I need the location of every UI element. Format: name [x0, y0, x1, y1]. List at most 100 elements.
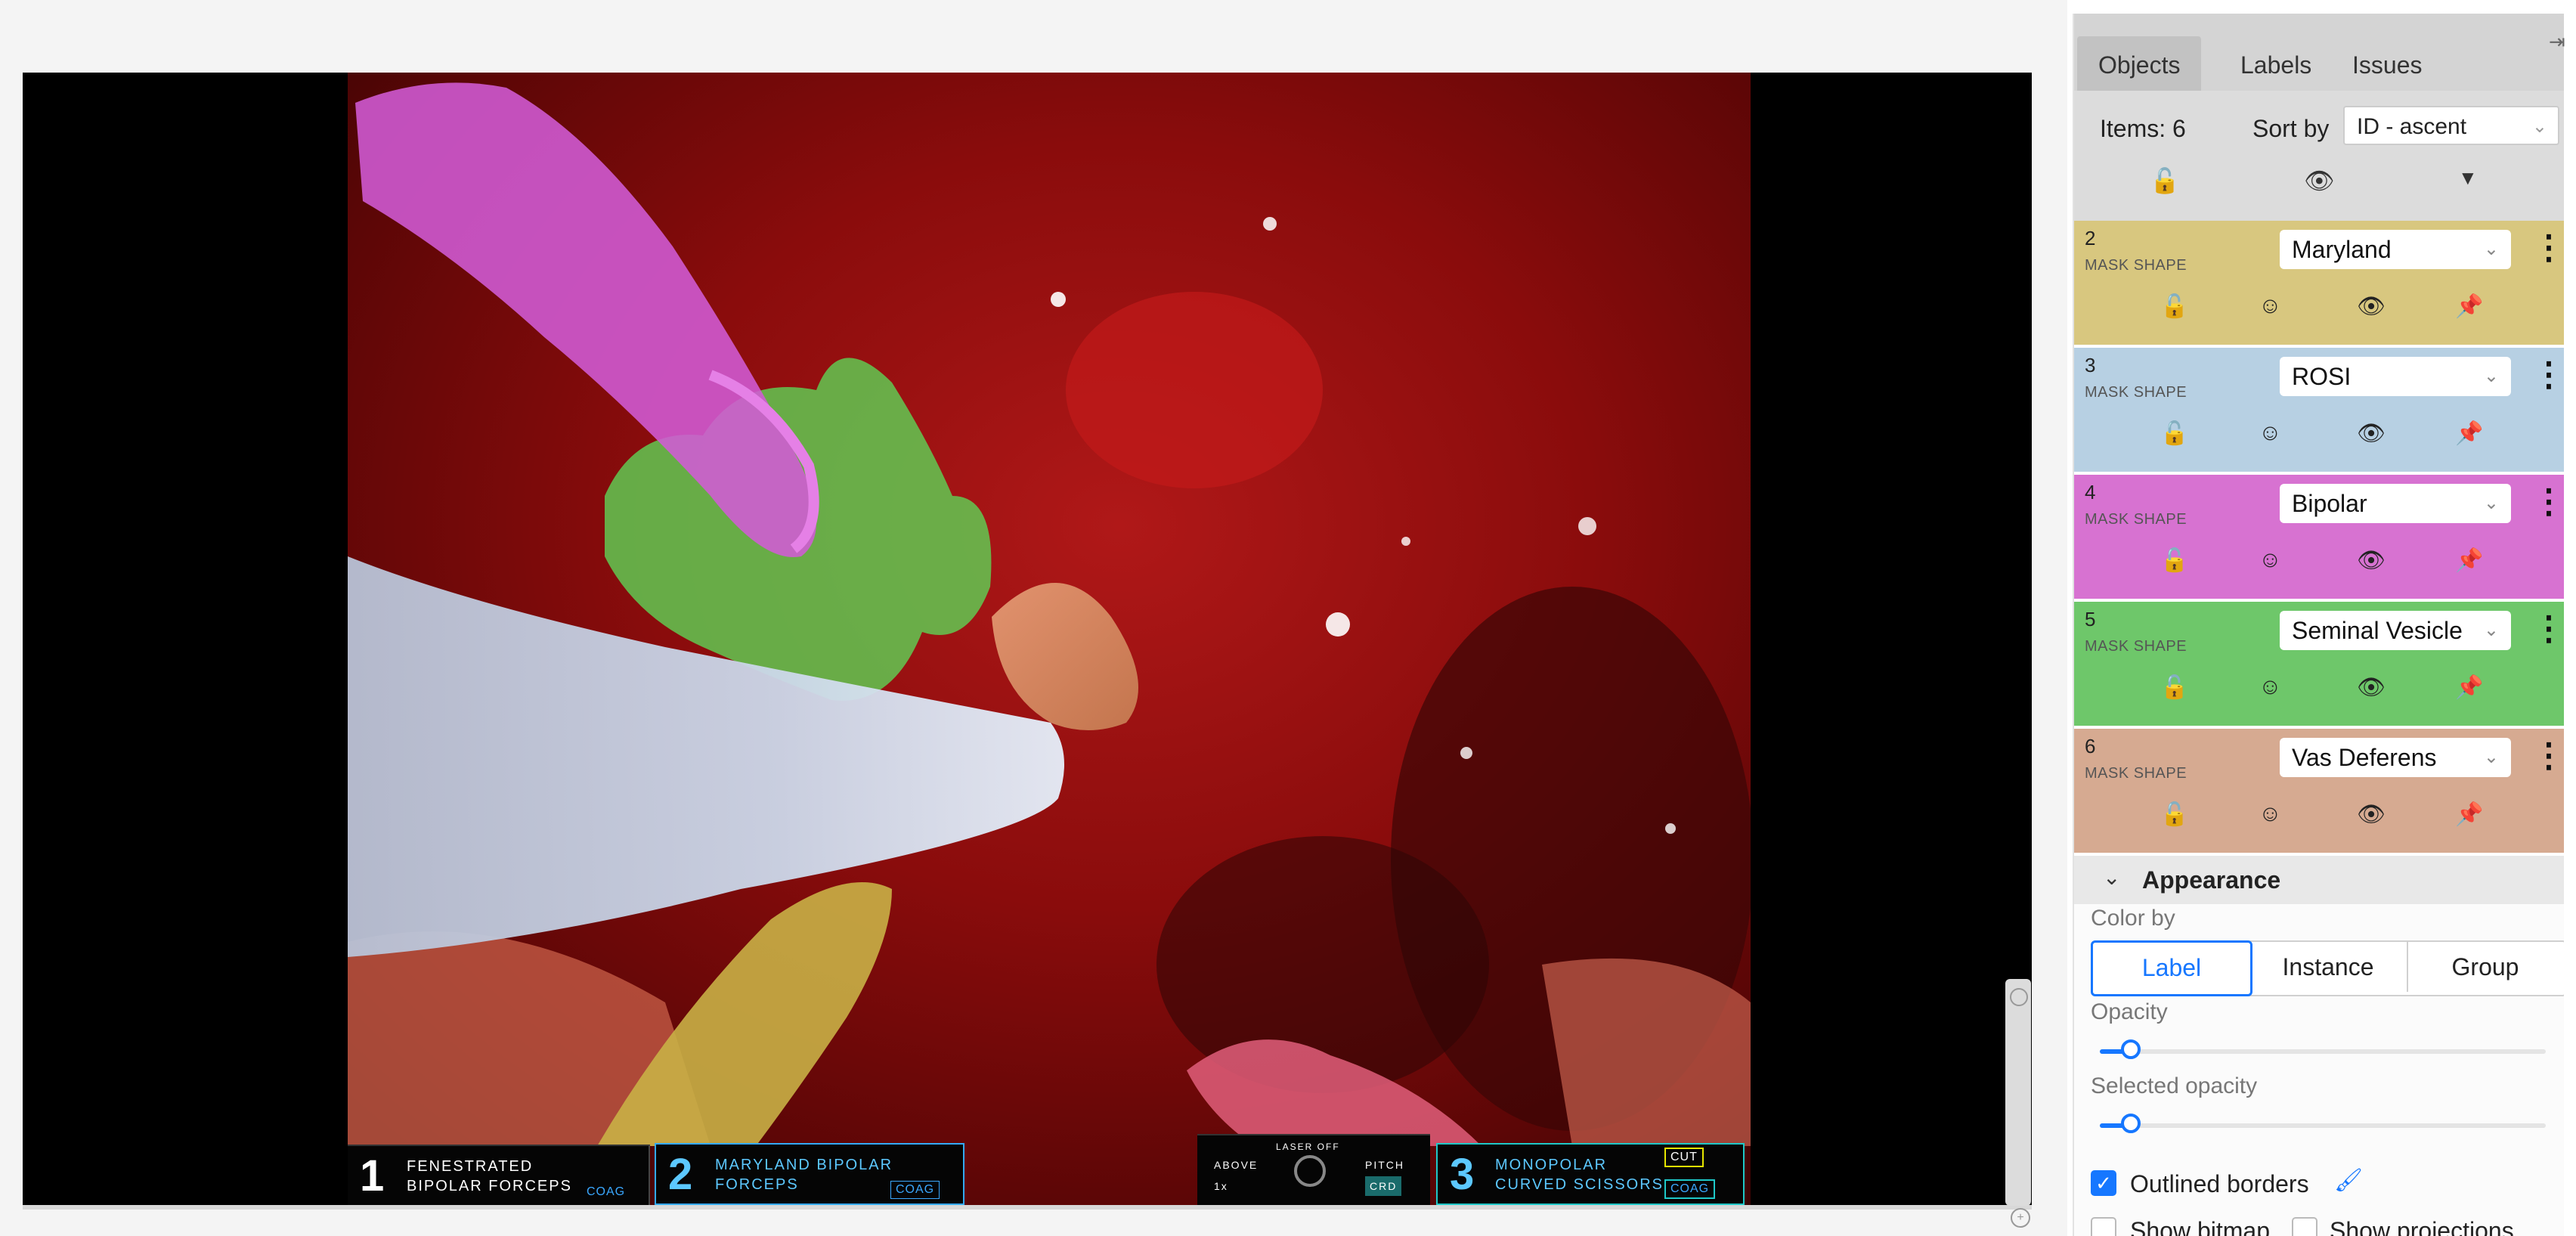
color-by-instance-option[interactable]: Instance	[2249, 942, 2408, 992]
object-item[interactable]: 4 MASK SHAPE Bipolar ⌄ ⋮ 🔓 ☺ 👁 📌	[2074, 475, 2564, 602]
hud-arm-3-line1: MONOPOLAR	[1495, 1157, 1608, 1173]
color-by-group-option[interactable]: Group	[2407, 942, 2564, 992]
surgical-frame[interactable]: 1 FENESTRATED BIPOLAR FORCEPS COAG 2 MAR…	[348, 73, 1751, 1205]
pin-icon[interactable]: 📌	[2455, 547, 2483, 574]
opacity-slider[interactable]	[2100, 1039, 2546, 1059]
color-by-segmented: Label Instance Group	[2091, 940, 2564, 996]
color-by-label: Color by	[2091, 906, 2175, 931]
eye-icon[interactable]: 👁	[2357, 420, 2386, 447]
color-by-label-option[interactable]: Label	[2091, 940, 2252, 996]
tab-labels[interactable]: Labels	[2219, 44, 2333, 87]
tissue-right-fat	[1542, 958, 1751, 1146]
object-type: MASK SHAPE	[2085, 638, 2187, 655]
show-projections-label: Show projections	[2330, 1217, 2514, 1236]
lock-icon[interactable]: 🔓	[2160, 293, 2188, 320]
collapse-all-icon[interactable]: ▼	[2458, 166, 2478, 190]
opacity-label: Opacity	[2091, 999, 2168, 1024]
pin-icon[interactable]: 📌	[2455, 420, 2483, 447]
user-icon[interactable]: ☺	[2259, 801, 2282, 827]
outlined-borders-label: Outlined borders	[2130, 1170, 2309, 1197]
objects-list: 2 MASK SHAPE Maryland ⌄ ⋮ 🔓 ☺ 👁 📌 3 MASK …	[2074, 221, 2564, 856]
object-label-value: Maryland	[2292, 236, 2392, 263]
chevron-down-icon: ⌄	[2483, 493, 2499, 513]
hud-arm-3-coag: COAG	[1664, 1179, 1716, 1199]
eye-icon[interactable]: 👁	[2357, 293, 2386, 320]
lock-all-icon[interactable]: 🔓	[2150, 166, 2180, 195]
tab-issues[interactable]: Issues	[2331, 44, 2443, 87]
specular-2	[1051, 292, 1066, 307]
eye-all-icon[interactable]: 👁	[2304, 166, 2335, 195]
object-label-select[interactable]: Maryland ⌄	[2280, 230, 2511, 269]
hud-arm-1-tag: COAG	[587, 1185, 626, 1198]
object-type: MASK SHAPE	[2085, 511, 2187, 528]
hud-arm-2-line2: FORCEPS	[715, 1176, 799, 1193]
show-bitmap-label: Show bitmap	[2130, 1217, 2270, 1236]
show-bitmap-checkbox[interactable]	[2091, 1217, 2116, 1236]
hud-arm-1-line2: BIPOLAR FORCEPS	[407, 1178, 572, 1194]
specular-7	[1401, 537, 1410, 546]
chevron-down-icon: ⌄	[2483, 239, 2499, 259]
hud-crd: CRD	[1365, 1176, 1402, 1196]
specular-1	[1326, 612, 1350, 637]
hud-arm-1-line1: FENESTRATED	[407, 1158, 534, 1175]
zoom-fit-icon[interactable]: +	[2011, 1208, 2030, 1228]
more-options-icon[interactable]: ⋮	[2532, 609, 2564, 648]
object-item[interactable]: 2 MASK SHAPE Maryland ⌄ ⋮ 🔓 ☺ 👁 📌	[2074, 221, 2564, 348]
frame-drawing	[348, 73, 1751, 1205]
show-projections-checkbox[interactable]	[2292, 1217, 2317, 1236]
sidebar-tabs: Objects Labels Issues	[2074, 14, 2564, 96]
object-id: 3	[2085, 354, 2096, 376]
chevron-down-icon: ⌄	[2483, 366, 2499, 386]
chevron-down-icon: ⌄	[2483, 747, 2499, 767]
panel-collapse-icon[interactable]: ⇥	[2549, 30, 2571, 60]
hud-zoom: 1x	[1214, 1180, 1228, 1192]
object-label-select[interactable]: Seminal Vesicle ⌄	[2280, 611, 2511, 650]
object-label-value: Seminal Vesicle	[2292, 617, 2463, 644]
object-id: 4	[2085, 481, 2096, 503]
user-icon[interactable]: ☺	[2259, 420, 2282, 446]
lock-icon[interactable]: 🔓	[2160, 801, 2188, 828]
hud-arm-3-number: 3	[1450, 1150, 1475, 1199]
image-canvas[interactable]: 1 FENESTRATED BIPOLAR FORCEPS COAG 2 MAR…	[23, 73, 2032, 1210]
object-label-select[interactable]: Bipolar ⌄	[2280, 484, 2511, 523]
object-id: 5	[2085, 608, 2096, 630]
object-label-select[interactable]: Vas Deferens ⌄	[2280, 738, 2511, 777]
sort-select[interactable]: ID - ascent ⌄	[2343, 106, 2559, 145]
scroll-knob-icon[interactable]	[2010, 988, 2028, 1006]
pin-icon[interactable]: 📌	[2455, 293, 2483, 320]
appearance-header[interactable]: ⌄ Appearance	[2074, 856, 2564, 904]
lock-icon[interactable]: 🔓	[2160, 674, 2188, 701]
pin-icon[interactable]: 📌	[2455, 674, 2483, 701]
user-icon[interactable]: ☺	[2259, 547, 2282, 573]
tab-objects[interactable]: Objects	[2077, 36, 2202, 96]
hud-arm-3: 3 MONOPOLAR CURVED SCISSORS CUT COAG	[1436, 1143, 1745, 1205]
object-item[interactable]: 6 MASK SHAPE Vas Deferens ⌄ ⋮ 🔓 ☺ 👁 📌	[2074, 729, 2564, 856]
hud-arm-3-line2: CURVED SCISSORS	[1495, 1176, 1664, 1193]
user-icon[interactable]: ☺	[2259, 293, 2282, 319]
outlined-borders-checkbox[interactable]: ✓	[2091, 1170, 2116, 1196]
more-options-icon[interactable]: ⋮	[2532, 228, 2564, 267]
eye-icon[interactable]: 👁	[2357, 801, 2386, 828]
lock-icon[interactable]: 🔓	[2160, 420, 2188, 447]
color-picker-icon[interactable]: 🖌	[2334, 1167, 2363, 1194]
object-item[interactable]: 3 MASK SHAPE ROSI ⌄ ⋮ 🔓 ☺ 👁 📌	[2074, 348, 2564, 475]
pin-icon[interactable]: 📌	[2455, 801, 2483, 828]
hud-arm-3-cut: CUT	[1664, 1148, 1704, 1167]
object-item[interactable]: 5 MASK SHAPE Seminal Vesicle ⌄ ⋮ 🔓 ☺ 👁 📌	[2074, 602, 2564, 729]
more-options-icon[interactable]: ⋮	[2532, 355, 2564, 394]
eye-icon[interactable]: 👁	[2357, 547, 2386, 574]
selected-opacity-slider[interactable]	[2100, 1114, 2546, 1133]
more-options-icon[interactable]: ⋮	[2532, 736, 2564, 775]
more-options-icon[interactable]: ⋮	[2532, 482, 2564, 521]
selected-opacity-slider-thumb[interactable]	[2121, 1114, 2141, 1133]
hud-arm-1-number: 1	[360, 1151, 385, 1200]
lock-icon[interactable]: 🔓	[2160, 547, 2188, 574]
specular-6	[1665, 823, 1676, 834]
user-icon[interactable]: ☺	[2259, 674, 2282, 700]
objects-header: Items: 6 Sort by ID - ascent ⌄ 🔓 👁 ▼	[2074, 91, 2564, 221]
hud-above: ABOVE	[1214, 1159, 1259, 1171]
canvas-scroll-handle[interactable]	[2005, 979, 2031, 1206]
opacity-slider-thumb[interactable]	[2121, 1039, 2141, 1059]
eye-icon[interactable]: 👁	[2357, 674, 2386, 701]
object-label-select[interactable]: ROSI ⌄	[2280, 357, 2511, 396]
